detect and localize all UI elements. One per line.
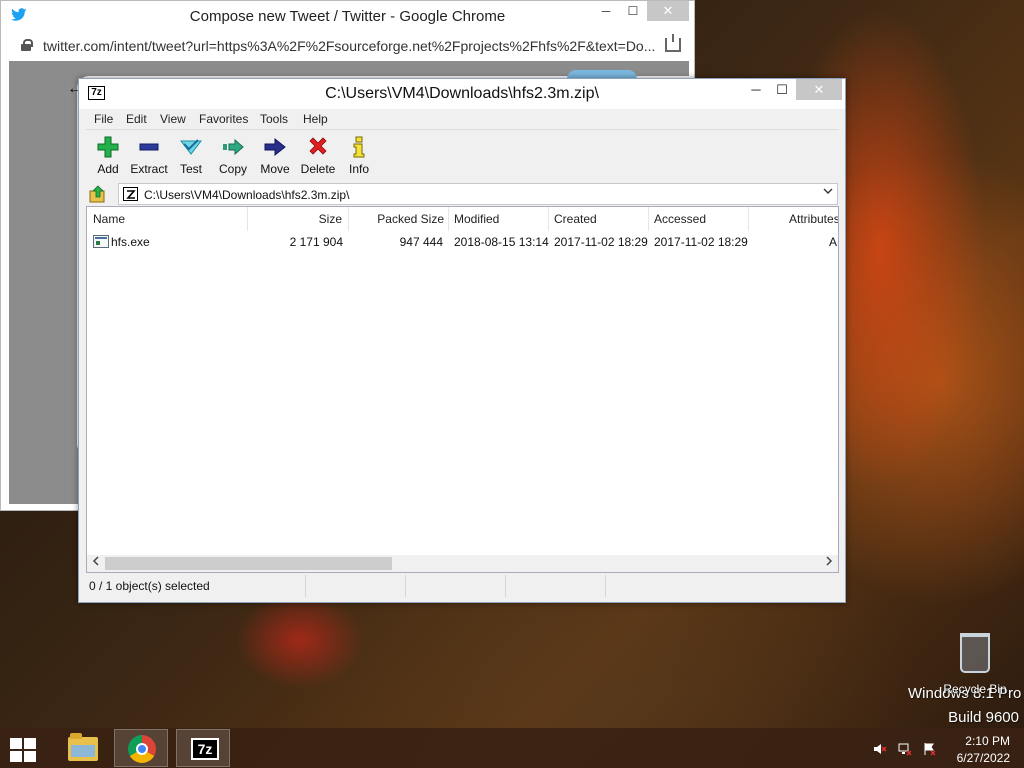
move-button[interactable]: Move	[255, 134, 295, 178]
recycle-bin-icon	[960, 633, 990, 673]
test-button[interactable]: Test	[173, 134, 209, 178]
taskbar-file-explorer[interactable]	[54, 729, 108, 767]
lock-icon	[21, 39, 33, 51]
cell-attributes: A	[829, 235, 838, 249]
copy-button[interactable]: Copy	[214, 134, 252, 178]
add-label: Add	[97, 162, 119, 176]
status-bar: 0 / 1 object(s) selected	[86, 575, 839, 597]
menu-favorites[interactable]: Favorites	[199, 112, 248, 126]
delete-label: Delete	[300, 162, 336, 176]
status-text: 0 / 1 object(s) selected	[89, 579, 210, 593]
move-arrow-icon	[264, 136, 286, 158]
menu-file[interactable]: File	[94, 112, 113, 126]
windows-build-watermark: Build 9600	[948, 709, 1019, 726]
column-size[interactable]: Size	[248, 207, 349, 231]
taskbar-sevenzip[interactable]: 7z	[176, 729, 230, 767]
column-accessed[interactable]: Accessed	[649, 207, 749, 231]
chrome-titlebar[interactable]: Compose new Tweet / Twitter - Google Chr…	[1, 1, 694, 31]
network-icon[interactable]	[898, 742, 912, 756]
delete-x-icon	[307, 136, 329, 158]
menu-tools[interactable]: Tools	[260, 112, 288, 126]
column-created[interactable]: Created	[549, 207, 649, 231]
taskbar-chrome[interactable]	[114, 729, 168, 767]
sevenzip-close-button[interactable]: ✕	[796, 79, 842, 100]
extract-button[interactable]: Extract	[128, 134, 170, 178]
cell-created: 2017-11-02 18:29	[554, 235, 648, 249]
address-bar: C:\Users\VM4\Downloads\hfs2.3m.zip\	[86, 182, 839, 206]
move-label: Move	[260, 162, 290, 176]
info-icon	[348, 136, 370, 158]
menu-edit[interactable]: Edit	[126, 112, 147, 126]
folder-up-icon[interactable]	[89, 185, 107, 203]
horizontal-scrollbar[interactable]	[87, 555, 838, 572]
cell-packed-size: 947 444	[399, 235, 443, 249]
status-selection: 0 / 1 object(s) selected	[86, 575, 306, 597]
scroll-right-icon[interactable]	[822, 556, 836, 570]
test-label: Test	[179, 162, 202, 176]
cell-accessed: 2017-11-02 18:29	[654, 235, 748, 249]
checkmark-icon	[179, 136, 203, 158]
action-center-flag-icon[interactable]	[923, 742, 937, 756]
cell-size: 2 171 904	[289, 235, 343, 249]
column-modified[interactable]: Modified	[449, 207, 549, 231]
menu-bar: File Edit View Favorites Tools Help	[86, 109, 839, 129]
chrome-close-button[interactable]: ✕	[647, 1, 689, 21]
toolbar: Add Extract Test Copy Move Delete Info	[86, 129, 839, 181]
chevron-down-icon[interactable]	[822, 186, 834, 200]
sevenzip-maximize-button[interactable]: ☐	[767, 79, 797, 100]
menu-help[interactable]: Help	[303, 112, 328, 126]
delete-button[interactable]: Delete	[298, 134, 338, 178]
copy-label: Copy	[218, 162, 247, 176]
file-explorer-icon	[68, 733, 98, 761]
file-list[interactable]: Name Size Packed Size Modified Created A…	[86, 206, 839, 573]
cell-modified: 2018-08-15 13:14	[454, 235, 549, 249]
column-packed-size[interactable]: Packed Size	[349, 207, 449, 231]
archive-icon	[123, 187, 138, 201]
path-text[interactable]: C:\Users\VM4\Downloads\hfs2.3m.zip\	[144, 188, 349, 202]
cell-name[interactable]: hfs.exe	[111, 232, 241, 252]
scrollbar-thumb[interactable]	[105, 557, 392, 570]
sevenzip-window: 7z C:\Users\VM4\Downloads\hfs2.3m.zip\ ─…	[78, 78, 846, 603]
plus-icon	[97, 136, 119, 158]
column-attributes[interactable]: Attributes	[749, 207, 838, 231]
info-label: Info	[348, 162, 369, 176]
clock-date[interactable]: 6/27/2022	[940, 751, 1010, 765]
clock-time[interactable]: 2:10 PM	[940, 734, 1010, 748]
windows-logo-icon	[10, 751, 22, 762]
status-segment	[406, 575, 506, 597]
status-segment	[506, 575, 606, 597]
windows-logo-icon	[10, 738, 22, 749]
taskbar: 7z 2:10 PM 6/27/2022	[0, 728, 1024, 768]
menu-view[interactable]: View	[160, 112, 186, 126]
sevenzip-icon: 7z	[191, 738, 219, 760]
status-segment	[306, 575, 406, 597]
exe-file-icon	[93, 235, 109, 248]
windows-logo-icon	[24, 751, 36, 762]
minus-icon	[138, 136, 160, 158]
sevenzip-window-title: C:\Users\VM4\Downloads\hfs2.3m.zip\	[325, 85, 599, 102]
extract-label: Extract	[130, 162, 168, 176]
recycle-bin[interactable]: Recycle Bin	[943, 628, 1007, 696]
copy-arrow-icon	[222, 136, 244, 158]
start-button[interactable]	[8, 736, 38, 762]
info-button[interactable]: Info	[343, 134, 375, 178]
download-icon[interactable]	[665, 34, 681, 52]
windows-logo-icon	[24, 738, 36, 749]
path-combobox[interactable]: C:\Users\VM4\Downloads\hfs2.3m.zip\	[118, 183, 838, 205]
column-name[interactable]: Name	[87, 207, 248, 231]
chrome-url-text[interactable]: twitter.com/intent/tweet?url=https%3A%2F…	[43, 38, 658, 54]
recycle-bin-label: Recycle Bin	[943, 682, 1007, 696]
chrome-address-bar[interactable]: twitter.com/intent/tweet?url=https%3A%2F…	[9, 33, 689, 59]
add-button[interactable]: Add	[90, 134, 126, 178]
chrome-icon	[128, 735, 156, 763]
sevenzip-titlebar[interactable]: 7z C:\Users\VM4\Downloads\hfs2.3m.zip\ ─…	[79, 79, 845, 109]
scroll-left-icon[interactable]	[89, 556, 103, 570]
speaker-muted-icon[interactable]	[873, 742, 887, 756]
